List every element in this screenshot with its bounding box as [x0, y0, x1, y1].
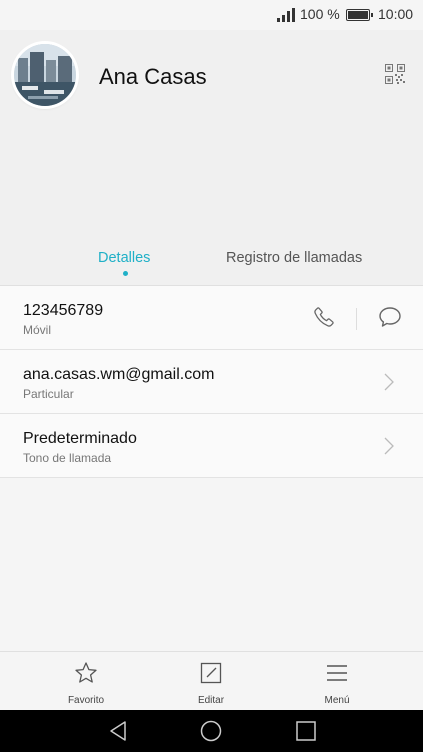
status-bar: 100 % 10:00: [0, 0, 423, 30]
favorite-button[interactable]: Favorito: [26, 652, 146, 711]
ringtone-value: Predeterminado: [23, 430, 137, 447]
ringtone-row[interactable]: Predeterminado Tono de llamada: [0, 414, 423, 478]
phone-row[interactable]: 123456789 Móvil: [0, 286, 423, 350]
details-list: 123456789 Móvil ana.casas.wm@gmail.com P…: [0, 285, 423, 478]
star-icon: [75, 662, 97, 683]
phone-number: 123456789: [23, 302, 104, 319]
contact-name: Ana Casas: [99, 64, 207, 89]
edit-label: Editar: [197, 695, 225, 706]
tab-call-log[interactable]: Registro de llamadas: [226, 250, 362, 266]
tab-details[interactable]: Detalles: [98, 250, 150, 266]
system-nav-bar: [0, 710, 423, 752]
home-icon[interactable]: [200, 720, 222, 742]
clock: 10:00: [378, 6, 414, 22]
phone-icon[interactable]: [313, 306, 335, 328]
tab-bar: Detalles Registro de llamadas: [0, 238, 423, 285]
menu-label: Menú: [324, 695, 350, 706]
ringtone-label: Tono de llamada: [23, 451, 112, 465]
chevron-right-icon: [384, 437, 394, 455]
contact-photo[interactable]: [14, 44, 76, 106]
action-divider: [356, 308, 357, 330]
message-icon[interactable]: [378, 306, 402, 328]
battery-icon: [346, 9, 373, 21]
menu-button[interactable]: Menú: [277, 652, 397, 711]
battery-percent: 100 %: [300, 6, 340, 22]
email-type: Particular: [23, 387, 74, 401]
phone-type: Móvil: [23, 323, 52, 337]
bottom-action-bar: Favorito Editar Menú: [0, 651, 423, 711]
email-address: ana.casas.wm@gmail.com: [23, 366, 215, 383]
chevron-right-icon: [384, 373, 394, 391]
email-row[interactable]: ana.casas.wm@gmail.com Particular: [0, 350, 423, 414]
back-icon[interactable]: [107, 720, 129, 742]
active-tab-indicator: [123, 271, 128, 276]
qr-code-icon[interactable]: [385, 64, 405, 84]
favorite-label: Favorito: [67, 695, 105, 706]
menu-icon: [327, 665, 347, 681]
edit-button[interactable]: Editar: [151, 652, 271, 711]
edit-icon: [200, 662, 222, 684]
signal-icon: [277, 8, 295, 22]
recents-icon[interactable]: [295, 720, 317, 742]
contact-photo-image: [14, 44, 76, 106]
